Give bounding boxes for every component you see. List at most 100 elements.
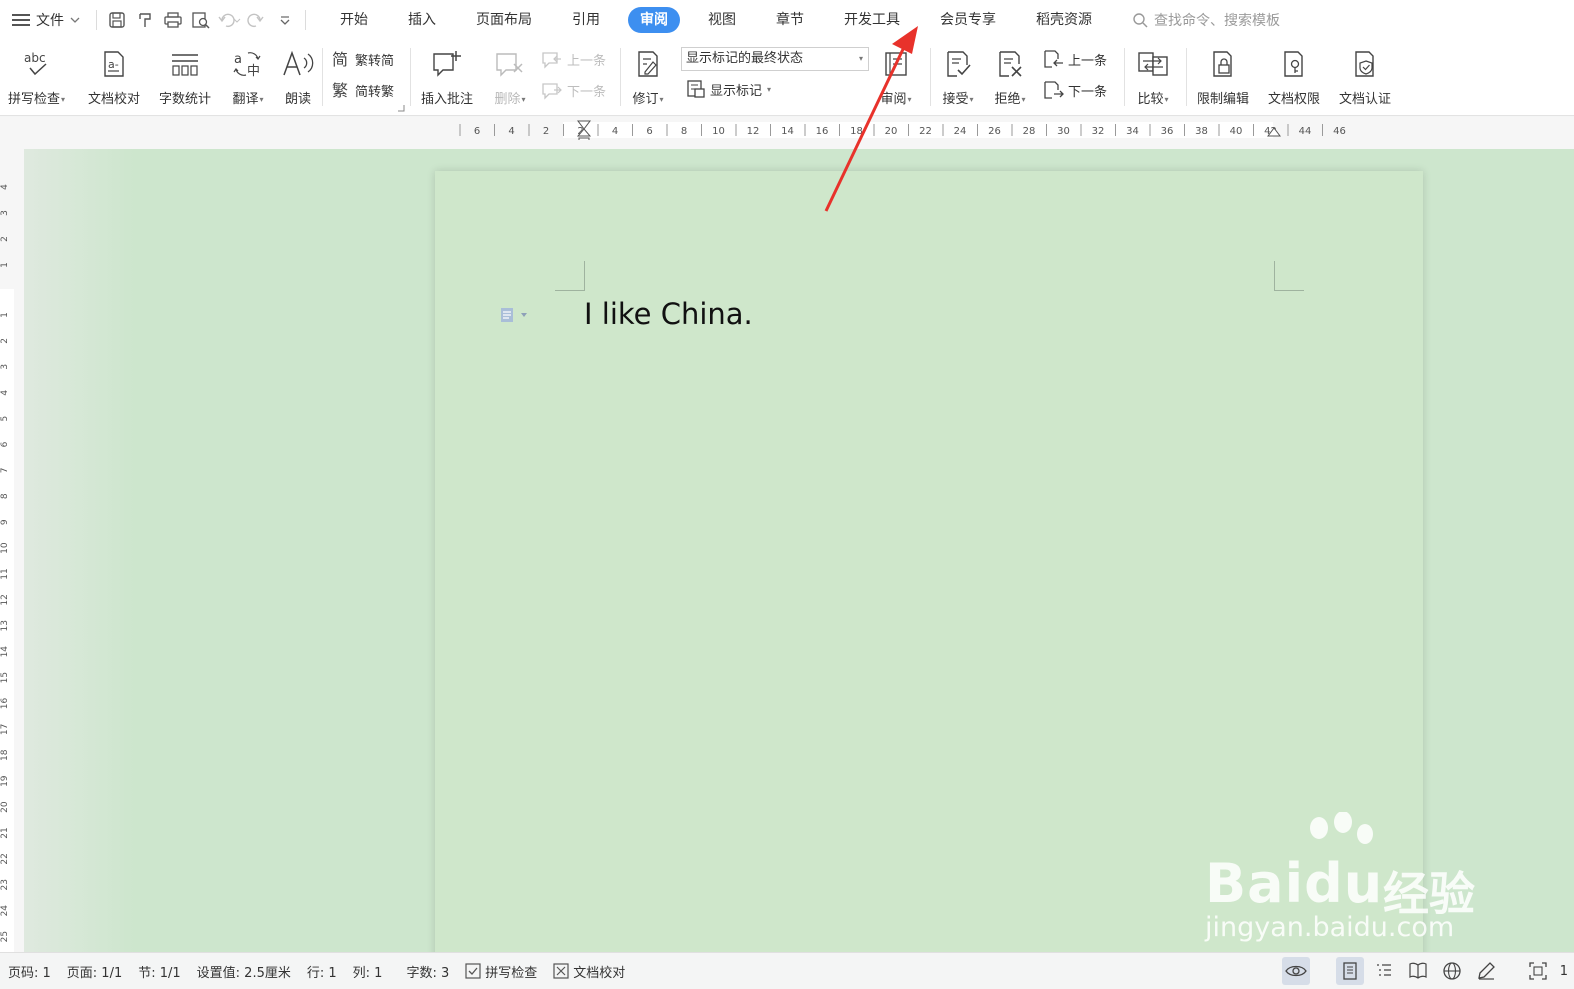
- tab-insert[interactable]: 插入: [396, 7, 448, 33]
- tab-view[interactable]: 视图: [696, 7, 748, 33]
- page-view-button[interactable]: [1335, 957, 1364, 985]
- status-page-code[interactable]: 页码: 1: [0, 962, 59, 981]
- ruler-tick-label: 44: [1299, 126, 1312, 137]
- ruler-tick-label: 20: [885, 126, 898, 137]
- tab-docer-resources[interactable]: 稻壳资源: [1024, 7, 1104, 33]
- status-setting[interactable]: 设置值: 2.5厘米: [189, 962, 299, 981]
- spell-check-button[interactable]: abc 拼写检查▾: [8, 46, 65, 107]
- tab-chapter[interactable]: 章节: [764, 7, 816, 33]
- doc-proof-button[interactable]: a- 文档校对: [88, 46, 140, 107]
- search-icon: [1133, 13, 1148, 28]
- ruler-tick-label: 14: [781, 126, 794, 137]
- vertical-ruler[interactable]: 4321123456789101112131415161718192021222…: [0, 149, 24, 952]
- fit-page-icon: [1529, 962, 1547, 980]
- revise-button[interactable]: 修订▾: [630, 46, 666, 107]
- file-menu[interactable]: 文件: [12, 10, 90, 30]
- watermark-brand: Baidu: [1205, 852, 1384, 915]
- tab-review[interactable]: 审阅: [628, 7, 680, 33]
- doc-permission-label: 文档权限: [1268, 92, 1321, 107]
- zoom-level[interactable]: 1: [1558, 964, 1568, 979]
- document-text[interactable]: I like China.: [584, 297, 753, 331]
- ruler-tick-label: 21: [0, 827, 10, 838]
- quick-access-customize-button[interactable]: [271, 6, 299, 34]
- ruler-tick-label: 16: [816, 126, 829, 137]
- print-button[interactable]: [159, 6, 187, 34]
- track-changes-icon: [638, 51, 658, 77]
- status-line: 行: 1: [306, 965, 337, 981]
- delete-comment-button[interactable]: 删除▾: [492, 46, 528, 107]
- eye-protection-button[interactable]: [1281, 957, 1310, 985]
- prev-change-button[interactable]: 上一条: [1042, 49, 1107, 69]
- web-view-button[interactable]: [1438, 957, 1466, 985]
- divider: [96, 10, 97, 30]
- chevron-down-icon: [521, 313, 527, 317]
- save-button[interactable]: [103, 6, 131, 34]
- next-change-label: 下一条: [1068, 84, 1108, 100]
- menu-tab-bar: 文件 开始 插入 页面布局 引用 审阅 视图 章节 开发工具 会员专享 稻壳资源…: [0, 0, 1574, 40]
- format-painter-icon: [139, 13, 151, 27]
- compare-button[interactable]: 比较▾: [1135, 46, 1171, 107]
- tab-developer[interactable]: 开发工具: [832, 7, 912, 33]
- simp-to-trad-label: 简转繁: [355, 84, 395, 100]
- simp-to-trad-button[interactable]: 繁 简转繁: [331, 80, 394, 100]
- status-doc-proof-button[interactable]: 文档校对: [545, 962, 633, 981]
- tab-page-layout[interactable]: 页面布局: [464, 7, 544, 33]
- fit-page-button[interactable]: [1524, 957, 1552, 985]
- show-markup-button[interactable]: 显示标记 ▾: [686, 79, 771, 99]
- translate-button[interactable]: a中 翻译▾: [230, 46, 266, 107]
- format-painter-button[interactable]: [131, 6, 159, 34]
- review-pane-button[interactable]: 审阅▾: [878, 46, 914, 107]
- print-preview-button[interactable]: [187, 6, 215, 34]
- horizontal-ruler[interactable]: 6 4 2 2 4 6 8 10 12 14 16 18 20 22 24 26 28 30 32 34 36 38 40 4…: [455, 120, 1411, 140]
- ruler-tick-label: 19: [0, 775, 10, 787]
- insert-comment-button[interactable]: 插入批注: [421, 46, 473, 107]
- compare-icon: [1138, 52, 1168, 76]
- eye-icon: [1284, 965, 1307, 977]
- paragraph-layout-button[interactable]: [500, 307, 528, 323]
- doc-certify-label: 文档认证: [1339, 92, 1392, 107]
- watermark-url: jingyan.baidu.com: [1205, 912, 1455, 943]
- markup-state-select[interactable]: 显示标记的最终状态 ▾: [681, 47, 869, 71]
- spell-check-label: 拼写检查: [8, 92, 61, 107]
- ruler-tick-label: 18: [850, 126, 863, 137]
- tab-member[interactable]: 会员专享: [928, 7, 1008, 33]
- hamburger-icon: [12, 14, 30, 26]
- read-aloud-icon: [283, 50, 314, 76]
- word-count-button[interactable]: 字数统计: [159, 46, 211, 107]
- status-spell-check-button[interactable]: 拼写检查: [457, 962, 545, 981]
- outline-view-button[interactable]: [1370, 957, 1398, 985]
- trad-to-simp-button[interactable]: 简 繁转简: [331, 49, 394, 69]
- read-aloud-label: 朗读: [284, 92, 311, 107]
- status-word-count[interactable]: 字数: 3: [398, 962, 457, 981]
- status-page[interactable]: 页面: 1/1: [59, 962, 130, 981]
- accept-button[interactable]: 接受▾: [940, 46, 976, 107]
- ruler-tick-label: 2: [0, 236, 10, 242]
- view-switcher: 1: [1281, 953, 1574, 989]
- restrict-edit-button[interactable]: 限制编辑: [1197, 46, 1249, 107]
- undo-button[interactable]: [215, 6, 243, 34]
- doc-certify-button[interactable]: 文档认证: [1339, 46, 1391, 107]
- next-change-button[interactable]: 下一条: [1042, 80, 1107, 100]
- next-comment-button[interactable]: 下一条: [541, 81, 606, 100]
- read-aloud-button[interactable]: 朗读: [280, 46, 316, 107]
- status-section[interactable]: 节: 1/1: [130, 962, 188, 981]
- review-pane-label: 审阅: [880, 92, 907, 107]
- doc-permission-button[interactable]: 文档权限: [1268, 46, 1320, 107]
- ruler-tick-label: 6: [474, 126, 480, 137]
- tab-references[interactable]: 引用: [560, 7, 612, 33]
- ruler-tick-label: 24: [954, 126, 967, 137]
- print-preview-icon: [192, 12, 210, 29]
- writing-mode-button[interactable]: [1472, 957, 1500, 985]
- ruler-tick-label: 32: [1092, 126, 1105, 137]
- word-count-label: 字数统计: [159, 92, 212, 107]
- reading-view-button[interactable]: [1404, 957, 1432, 985]
- command-search[interactable]: 查找命令、搜索模板: [1132, 10, 1280, 30]
- ruler-tick-label: 10: [0, 542, 10, 554]
- redo-button[interactable]: [243, 6, 271, 34]
- divider: [620, 48, 621, 106]
- group-expand-icon[interactable]: [397, 104, 405, 112]
- reject-change-icon: [999, 51, 1022, 77]
- tab-home[interactable]: 开始: [328, 7, 380, 33]
- prev-comment-button[interactable]: 上一条: [541, 50, 606, 69]
- reject-button[interactable]: 拒绝▾: [992, 46, 1028, 107]
